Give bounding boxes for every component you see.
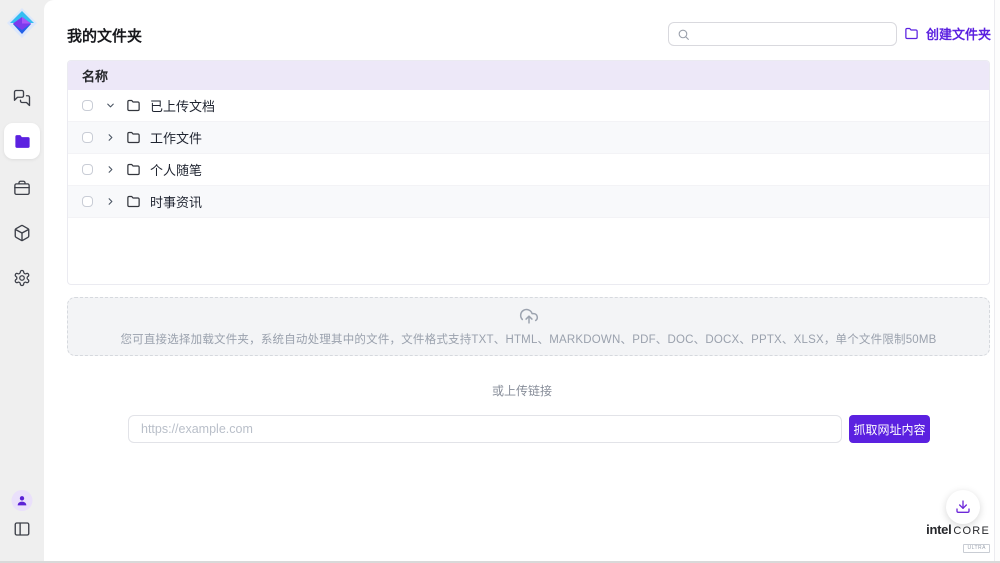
sidebar-item-settings[interactable] xyxy=(12,268,32,288)
cloud-upload-icon xyxy=(518,307,540,327)
sidebar xyxy=(0,0,44,563)
download-fab[interactable] xyxy=(946,490,980,524)
url-input[interactable] xyxy=(128,415,842,443)
scrollbar-track[interactable] xyxy=(994,0,1000,563)
user-avatar-icon xyxy=(16,494,29,507)
gear-icon xyxy=(13,269,31,287)
folder-icon xyxy=(126,98,141,113)
folder-icon xyxy=(126,162,141,177)
ultra-badge: ultra xyxy=(963,544,990,553)
sidebar-item-models[interactable] xyxy=(12,223,32,243)
table-row[interactable]: 已上传文档 xyxy=(68,90,989,122)
cube-icon xyxy=(13,224,31,242)
page-title: 我的文件夹 xyxy=(67,25,142,46)
intel-wordmark: intel xyxy=(926,523,951,536)
folder-table: 名称 已上传文档 工作文件 xyxy=(67,60,990,285)
chevron-down-icon[interactable] xyxy=(105,100,116,111)
chevron-right-icon[interactable] xyxy=(105,132,116,143)
download-icon xyxy=(955,499,971,515)
url-upload-row: 抓取网址内容 xyxy=(128,415,930,443)
chevron-right-icon[interactable] xyxy=(105,164,116,175)
briefcase-icon xyxy=(13,179,31,197)
intel-core-logo: intel core ultra xyxy=(926,523,990,553)
folder-name: 已上传文档 xyxy=(150,96,215,115)
table-row[interactable]: 时事资讯 xyxy=(68,186,989,218)
table-row[interactable]: 个人随笔 xyxy=(68,154,989,186)
folder-name: 个人随笔 xyxy=(150,160,202,179)
table-row[interactable]: 工作文件 xyxy=(68,122,989,154)
create-folder-button[interactable]: 创建文件夹 xyxy=(904,24,991,43)
chat-icon xyxy=(13,89,31,107)
sidebar-item-folders[interactable] xyxy=(4,123,40,159)
row-checkbox[interactable] xyxy=(82,164,93,175)
row-checkbox[interactable] xyxy=(82,132,93,143)
upload-hint: 您可直接选择加载文件夹，系统自动处理其中的文件，文件格式支持TXT、HTML、M… xyxy=(120,331,936,347)
folder-icon xyxy=(904,26,919,41)
sidebar-item-chat[interactable] xyxy=(12,88,32,108)
column-name: 名称 xyxy=(82,66,108,85)
fetch-url-button[interactable]: 抓取网址内容 xyxy=(849,415,930,443)
table-header: 名称 xyxy=(68,61,989,90)
search-icon xyxy=(677,28,690,41)
folder-icon xyxy=(126,194,141,209)
panel-toggle-button[interactable] xyxy=(12,519,32,539)
app-window: 我的文件夹 创建文件夹 名称 xyxy=(0,0,1000,563)
folder-name: 时事资讯 xyxy=(150,192,202,211)
or-upload-link-label: 或上传链接 xyxy=(44,382,1000,399)
search-box[interactable] xyxy=(668,22,897,46)
panel-toggle-icon xyxy=(13,520,31,538)
folder-name: 工作文件 xyxy=(150,128,202,147)
search-input[interactable] xyxy=(690,23,896,45)
user-avatar[interactable] xyxy=(12,490,33,511)
row-checkbox[interactable] xyxy=(82,196,93,207)
gem-logo-icon[interactable] xyxy=(5,6,39,40)
core-wordmark: core xyxy=(953,526,990,537)
row-checkbox[interactable] xyxy=(82,100,93,111)
folder-icon xyxy=(126,130,141,145)
chevron-right-icon[interactable] xyxy=(105,196,116,207)
folder-icon xyxy=(13,132,32,151)
sidebar-item-workspace[interactable] xyxy=(12,178,32,198)
main-content: 我的文件夹 创建文件夹 名称 xyxy=(44,0,1000,563)
create-folder-label: 创建文件夹 xyxy=(926,24,991,43)
upload-dropzone[interactable]: 您可直接选择加载文件夹，系统自动处理其中的文件，文件格式支持TXT、HTML、M… xyxy=(67,297,990,356)
